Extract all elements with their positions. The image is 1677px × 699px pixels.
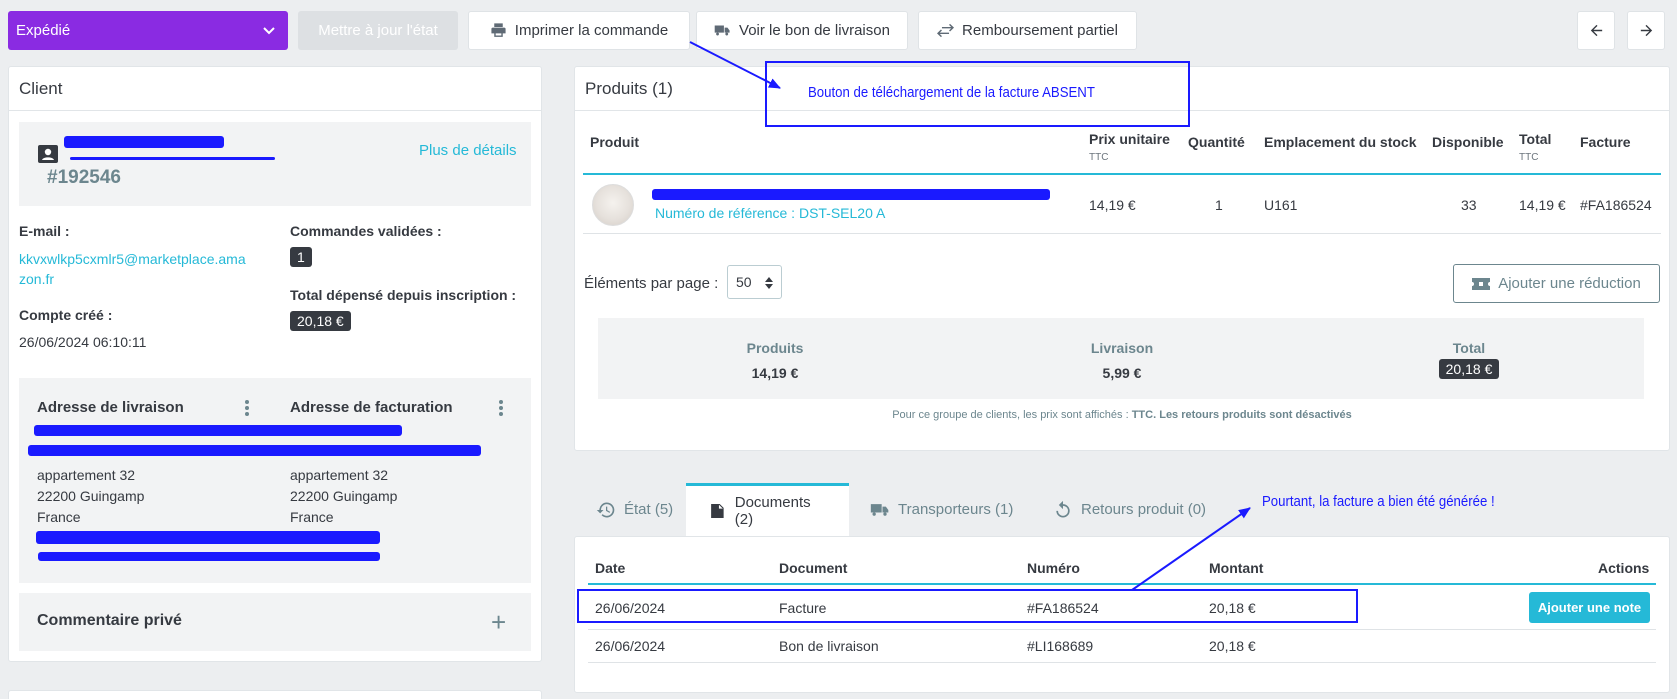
annotation-arrows: [689, 41, 1251, 591]
